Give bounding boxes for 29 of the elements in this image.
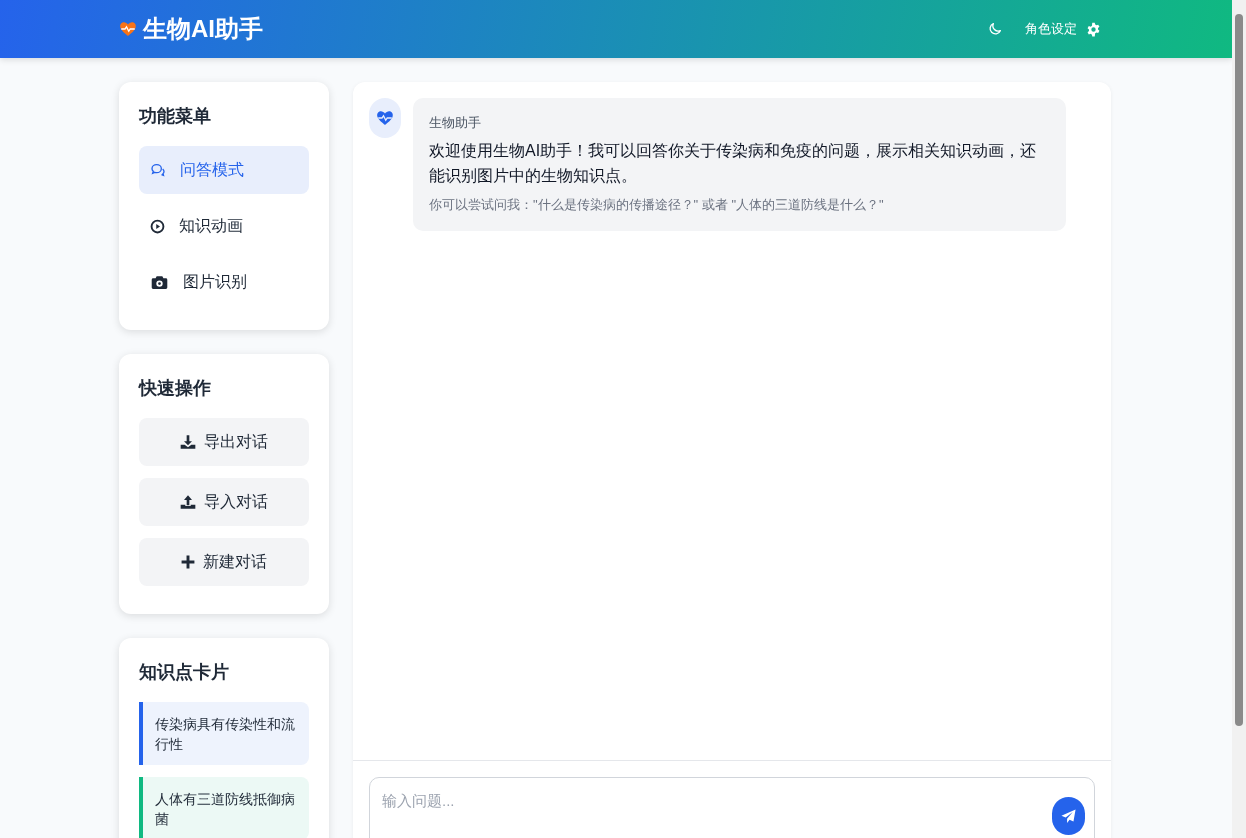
message-hint: 你可以尝试问我："什么是传染病的传播途径？" 或者 "人体的三道防线是什么？" (429, 196, 885, 214)
heartbeat-icon (376, 109, 394, 127)
message-text: 欢迎使用生物AI助手！我可以回答你关于传染病和免疫的问题，展示相关知识动画，还能识别图片中的生物知识点。 (429, 141, 1038, 186)
menu-title: 功能菜单 (139, 105, 212, 128)
knowledge-card: 传染病具有传染性和流行性 (139, 702, 309, 765)
camera-icon (150, 273, 169, 291)
scrollbar[interactable] (1232, 0, 1246, 838)
menu-item[interactable]: 知识动画 (139, 202, 309, 250)
menu-item[interactable]: 图片识别 (139, 258, 309, 306)
knowledge-cards-title: 知识点卡片 (139, 661, 230, 684)
moon-icon (987, 21, 1003, 37)
sender-name: 生物助手 (429, 114, 482, 132)
download-icon (180, 434, 196, 450)
gear-icon (1086, 21, 1101, 37)
quick-action-button[interactable]: 导入对话 (139, 478, 309, 526)
app-title: 生物AI助手 (143, 14, 263, 44)
question-input[interactable]: 输入问题... (369, 777, 1095, 838)
paper-plane-icon (1060, 807, 1077, 825)
upload-icon (180, 494, 196, 510)
chat-bubbles-icon (150, 162, 166, 178)
menu-item[interactable]: 问答模式 (139, 146, 309, 194)
heartbeat-icon (119, 20, 137, 38)
quick-action-button[interactable]: 新建对话 (139, 538, 309, 586)
scrollbar-thumb[interactable] (1235, 14, 1243, 726)
quick-action-button[interactable]: 导出对话 (139, 418, 309, 466)
play-circle-icon (150, 218, 165, 234)
quick-actions-title: 快速操作 (139, 377, 212, 400)
plus-icon (181, 555, 195, 569)
knowledge-card: 人体有三道防线抵御病菌 (139, 777, 309, 838)
